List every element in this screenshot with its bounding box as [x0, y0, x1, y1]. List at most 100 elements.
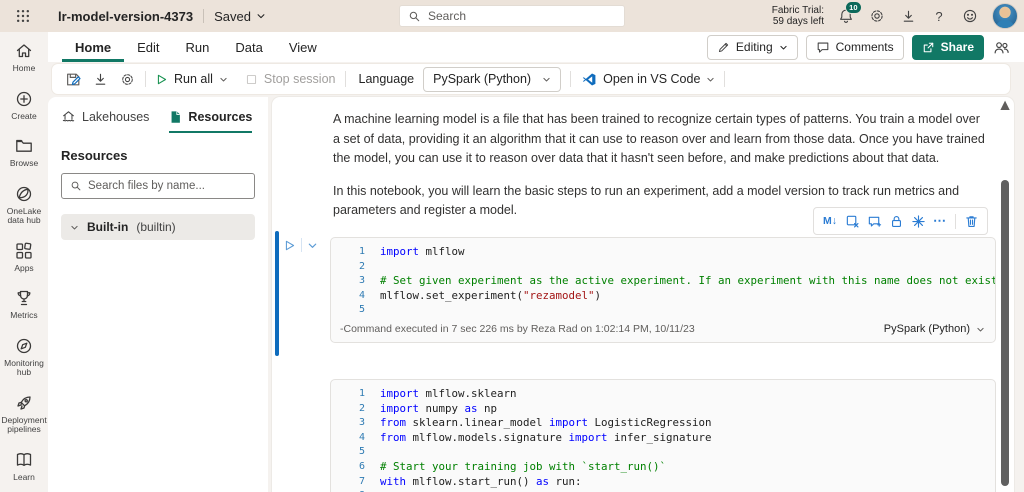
run-all-label: Run all — [174, 72, 213, 86]
help-button[interactable]: ? — [930, 7, 948, 25]
line-number: 1 — [331, 387, 380, 402]
rail-item-onelake-data-hub[interactable]: OneLake data hub — [0, 184, 48, 226]
chevron-down-icon — [256, 11, 266, 21]
download-notebook-button[interactable] — [91, 70, 109, 88]
code-editor[interactable]: 1import mlflow23# Set given experiment a… — [331, 238, 995, 318]
account-avatar[interactable] — [992, 3, 1018, 29]
rail-item-home[interactable]: Home — [0, 41, 48, 74]
toolbar-divider — [345, 71, 346, 87]
code-cell[interactable]: 1import mlflow.sklearn2import numpy as n… — [330, 379, 996, 492]
stop-icon — [245, 73, 258, 86]
code-line: 2 — [331, 260, 995, 275]
run-all-button[interactable]: Run all — [155, 72, 228, 86]
delete-icon[interactable] — [960, 210, 982, 232]
feedback-button[interactable] — [961, 7, 979, 25]
vscode-label: Open in VS Code — [603, 72, 700, 86]
save-status-dropdown[interactable]: Saved — [214, 9, 266, 24]
vscode-icon — [582, 72, 597, 87]
code-text: # Set given experiment as the active exp… — [380, 274, 995, 289]
learn-icon — [14, 450, 34, 470]
waffle-icon — [16, 9, 30, 23]
comments-button[interactable]: Comments — [806, 35, 904, 60]
scroll-up-arrow[interactable]: ▲ — [999, 100, 1011, 112]
deployment-icon — [14, 393, 34, 413]
stop-session-button[interactable]: Stop session — [245, 72, 336, 86]
notebook-scrollbar[interactable]: ▲ — [999, 100, 1011, 488]
code-text: import mlflow — [380, 245, 465, 260]
save-button[interactable] — [64, 70, 82, 88]
tab-run[interactable]: Run — [173, 32, 223, 62]
notebook-settings-button[interactable] — [118, 70, 136, 88]
chevron-down-icon — [70, 223, 79, 232]
explorer-panel: Lakehouses Resources « Resources Search … — [48, 97, 268, 492]
code-cell[interactable]: 1import mlflow23# Set given experiment a… — [330, 237, 996, 343]
tab-home[interactable]: Home — [62, 32, 124, 62]
tab-lakehouses[interactable]: Lakehouses — [61, 109, 149, 133]
clear-outputs-icon[interactable] — [841, 210, 863, 232]
kernel-selector[interactable]: PySpark (Python) — [884, 323, 985, 335]
code-line: 3from sklearn.linear_model import Logist… — [331, 416, 995, 431]
tab-data[interactable]: Data — [222, 32, 275, 62]
code-line: 4mlflow.set_experiment("rezamodel") — [331, 289, 995, 304]
tab-resources[interactable]: Resources — [169, 110, 252, 133]
notification-badge: 10 — [845, 1, 862, 14]
rail-item-monitoring-hub[interactable]: Monitoring hub — [0, 336, 48, 378]
tab-edit[interactable]: Edit — [124, 32, 172, 62]
active-cell-indicator — [275, 231, 279, 356]
toolbar-divider — [724, 71, 725, 87]
cell-footer: -Command executed in 7 sec 226 ms by Rez… — [331, 316, 995, 342]
collapse-cell-button[interactable] — [307, 240, 318, 251]
run-cell-button[interactable] — [283, 239, 296, 252]
line-number: 3 — [331, 274, 380, 289]
code-line: 5 — [331, 445, 995, 460]
gear-icon — [120, 72, 135, 87]
rail-item-create[interactable]: Create — [0, 89, 48, 122]
share-button[interactable]: Share — [912, 35, 984, 60]
file-search-input[interactable]: Search files by name... — [61, 173, 255, 199]
execution-status: -Command executed in 7 sec 226 ms by Rez… — [340, 323, 695, 335]
rail-item-learn[interactable]: Learn — [0, 450, 48, 483]
download-icon — [93, 72, 108, 87]
gear-icon — [869, 8, 885, 24]
kernel-label: PySpark (Python) — [884, 323, 970, 335]
smiley-icon — [962, 8, 978, 24]
language-value: PySpark (Python) — [433, 72, 531, 86]
rail-item-metrics[interactable]: Metrics — [0, 288, 48, 321]
lock-icon[interactable] — [885, 210, 907, 232]
manage-access-button[interactable] — [992, 38, 1010, 56]
tab-lakehouses-label: Lakehouses — [82, 110, 149, 124]
line-number: 4 — [331, 431, 380, 446]
code-line: 1import mlflow — [331, 245, 995, 260]
export-button[interactable] — [899, 7, 917, 25]
code-editor[interactable]: 1import mlflow.sklearn2import numpy as n… — [331, 380, 995, 492]
editing-mode-dropdown[interactable]: Editing — [707, 35, 798, 60]
language-select[interactable]: PySpark (Python) — [423, 67, 561, 92]
scrollbar-thumb[interactable] — [1001, 180, 1009, 486]
rail-item-label: Deployment pipelines — [0, 416, 48, 435]
apps-icon — [14, 241, 34, 261]
code-text: from sklearn.linear_model import Logisti… — [380, 416, 712, 431]
title-divider — [203, 9, 204, 23]
open-vscode-button[interactable]: Open in VS Code — [582, 72, 715, 87]
settings-button[interactable] — [868, 7, 886, 25]
global-search-input[interactable]: Search — [399, 5, 625, 27]
tab-view[interactable]: View — [276, 32, 330, 62]
cell-toolbar-divider — [955, 214, 956, 229]
markdown-icon[interactable]: M↓ — [819, 210, 841, 232]
rail-item-deployment-pipelines[interactable]: Deployment pipelines — [0, 393, 48, 435]
create-icon — [14, 89, 34, 109]
freeze-icon[interactable] — [907, 210, 929, 232]
more-icon[interactable]: ⋯ — [929, 210, 951, 232]
rail-item-apps[interactable]: Apps — [0, 241, 48, 274]
file-search-placeholder: Search files by name... — [88, 180, 205, 192]
notifications-button[interactable]: 10 — [837, 7, 855, 25]
notebook-toolbar: Run all Stop session Language PySpark (P… — [52, 64, 1010, 94]
resources-heading: Resources — [61, 148, 255, 163]
builtin-sublabel: (builtin) — [136, 220, 175, 234]
comment-icon[interactable] — [863, 210, 885, 232]
search-icon — [70, 180, 82, 192]
app-launcher-button[interactable] — [0, 0, 46, 32]
rail-item-browse[interactable]: Browse — [0, 136, 48, 169]
builtin-folder-row[interactable]: Built-in (builtin) — [61, 214, 255, 240]
notebook-title: lr-model-version-4373 — [58, 9, 193, 24]
